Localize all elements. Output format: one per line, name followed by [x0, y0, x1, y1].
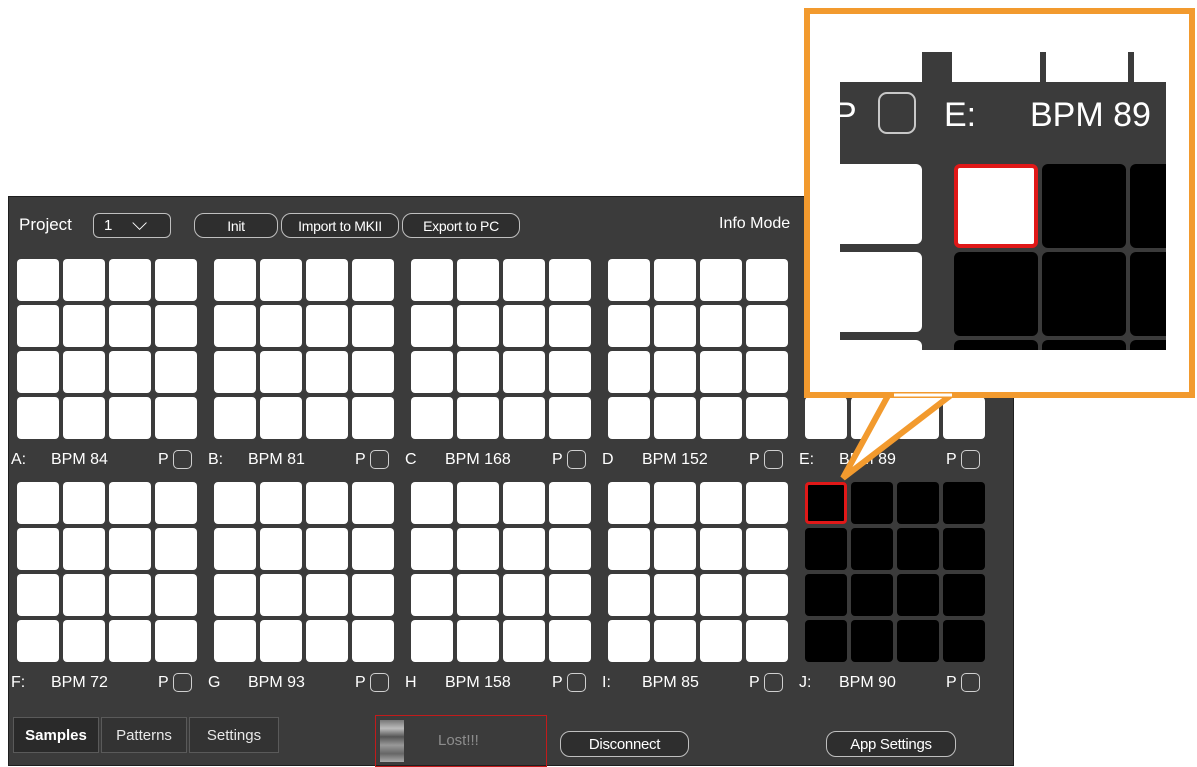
zoom-pad	[954, 340, 1038, 350]
zoom-pad	[1042, 164, 1126, 248]
zoom-p-checkbox	[878, 92, 916, 134]
zoom-pad	[1130, 340, 1166, 350]
zoom-top-strip	[840, 52, 1166, 82]
zoom-pad	[1130, 252, 1166, 336]
zoom-pad-white	[840, 164, 922, 244]
zoom-pad	[954, 252, 1038, 336]
zoom-view: P E: BPM 89	[840, 52, 1166, 350]
zoom-divider	[1128, 52, 1134, 82]
zoom-pad-selected	[954, 164, 1038, 248]
zoom-pad-white	[840, 340, 922, 350]
zoom-p-label: P	[840, 96, 857, 134]
zoom-group-letter: E:	[944, 96, 977, 134]
zoom-pad	[1130, 164, 1166, 248]
zoom-pad	[1042, 340, 1126, 350]
zoom-pad	[1042, 252, 1126, 336]
zoom-divider	[1040, 52, 1046, 82]
zoom-bpm-label: BPM 89	[1030, 96, 1151, 134]
zoom-divider	[922, 52, 952, 82]
zoom-pad-white	[840, 252, 922, 332]
